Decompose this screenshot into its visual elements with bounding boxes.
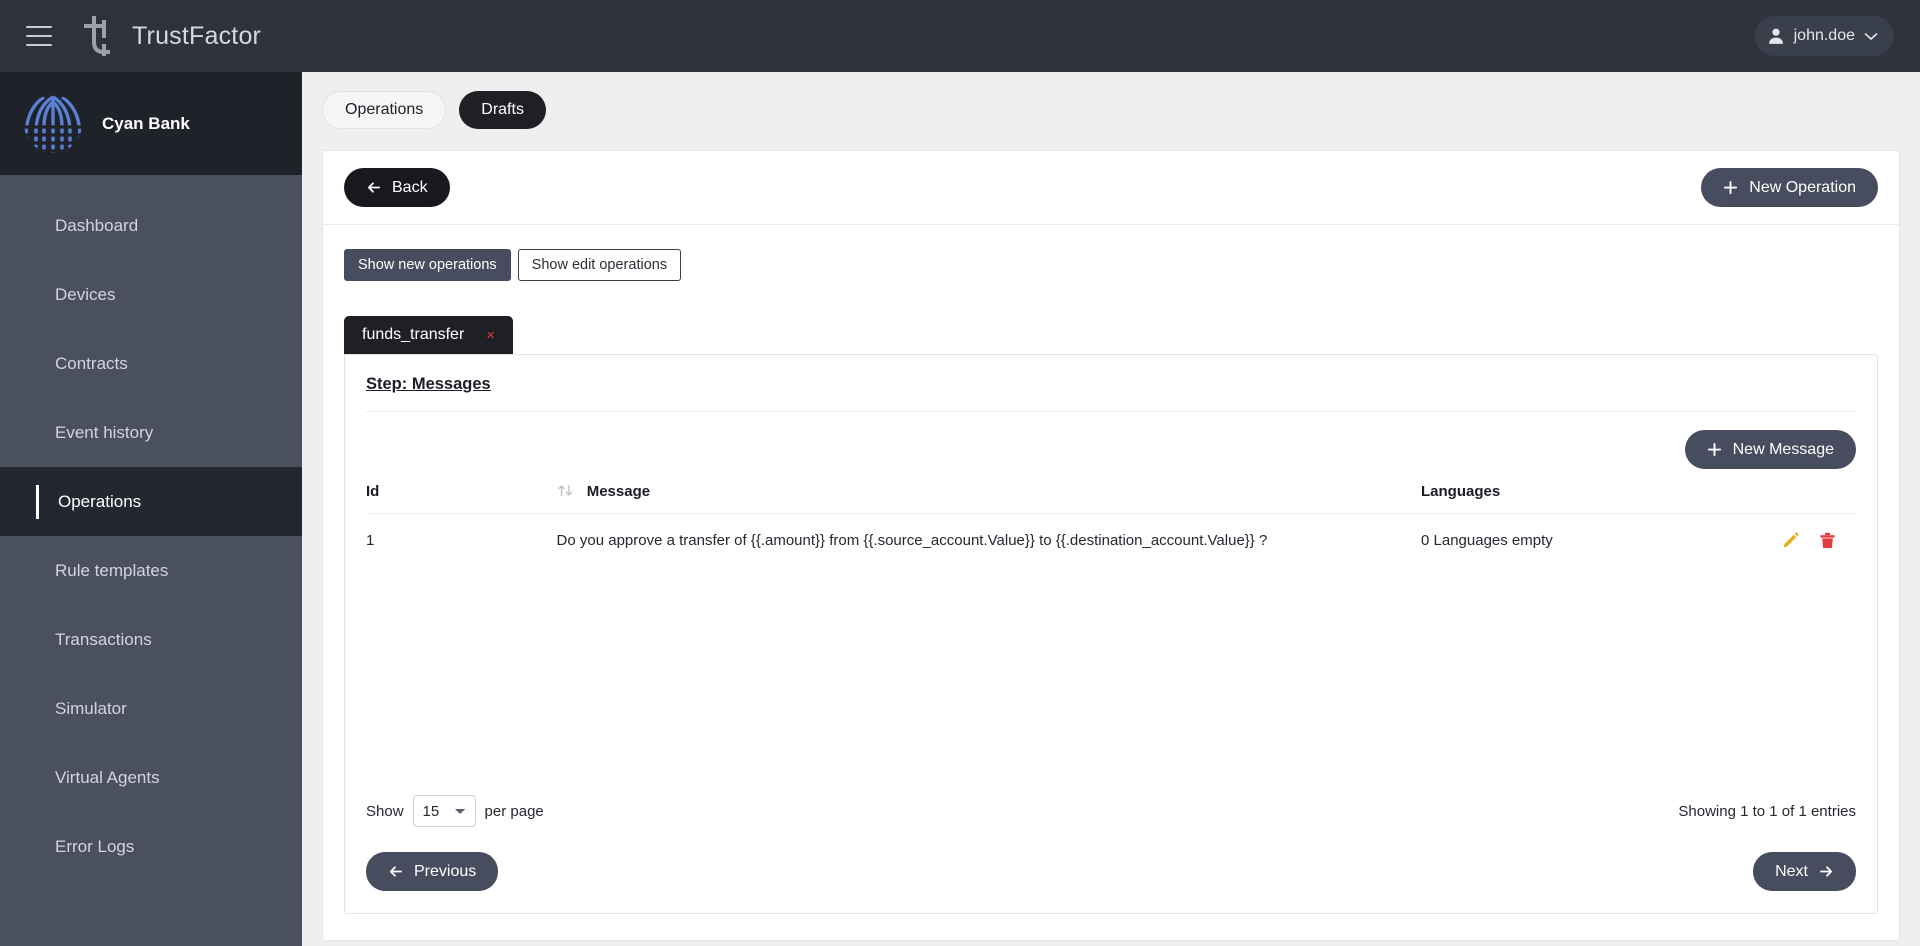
- operation-tab-bar: funds_transfer ×: [344, 316, 1878, 354]
- sidebar-item-event-history[interactable]: Event history: [0, 398, 302, 467]
- sidebar-item-contracts[interactable]: Contracts: [0, 329, 302, 398]
- plus-icon: [1724, 180, 1738, 195]
- sidebar-item-label: Error Logs: [55, 836, 135, 856]
- sidebar-item-devices[interactable]: Devices: [0, 260, 302, 329]
- cell-message: Do you approve a transfer of {{.amount}}…: [556, 532, 1268, 549]
- sidebar-item-dashboard[interactable]: Dashboard: [0, 191, 302, 260]
- cell-actions: [1738, 514, 1856, 550]
- hamburger-icon[interactable]: [26, 26, 52, 46]
- sidebar-item-label: Devices: [55, 284, 116, 304]
- column-header-id-label: Id: [366, 483, 380, 500]
- main-content: Operations Drafts Back New Operation Sho…: [302, 72, 1920, 946]
- show-new-operations-label: Show new operations: [358, 257, 497, 273]
- tab-operations[interactable]: Operations: [322, 91, 447, 129]
- operations-panel: Back New Operation Show new operations S…: [322, 150, 1900, 941]
- user-name: john.doe: [1793, 27, 1855, 44]
- sidebar-item-label: Operations: [58, 491, 142, 511]
- pencil-edit-icon[interactable]: [1782, 532, 1799, 549]
- show-new-operations-button[interactable]: Show new operations: [344, 249, 511, 281]
- new-message-button[interactable]: New Message: [1684, 430, 1856, 469]
- sidebar-item-label: Simulator: [55, 698, 127, 718]
- sidebar-nav: Dashboard Devices Contracts Event histor…: [0, 175, 302, 881]
- messages-card: Step: Messages New Message Id Message La…: [344, 354, 1878, 914]
- message-toolbar: New Message: [366, 430, 1856, 469]
- column-header-languages[interactable]: Languages: [1421, 483, 1739, 514]
- messages-table: Id Message Languages 1 Do you approve a …: [366, 483, 1856, 549]
- app-title: TrustFactor: [132, 21, 262, 50]
- show-edit-operations-button[interactable]: Show edit operations: [517, 249, 682, 281]
- entries-summary: Showing 1 to 1 of 1 entries: [1678, 802, 1856, 820]
- chevron-down-icon: [1864, 32, 1878, 40]
- tab-label: Operations: [345, 101, 424, 118]
- bank-name: Cyan Bank: [102, 113, 190, 133]
- user-menu[interactable]: john.doe: [1754, 16, 1894, 56]
- table-row: 1 Do you approve a transfer of {{.amount…: [366, 514, 1856, 550]
- column-header-message[interactable]: Message: [556, 483, 1422, 514]
- sidebar-item-rule-templates[interactable]: Rule templates: [0, 536, 302, 605]
- page-tabs: Operations Drafts: [302, 72, 1920, 129]
- operation-tab-funds-transfer[interactable]: funds_transfer ×: [344, 316, 514, 354]
- column-header-id[interactable]: Id: [366, 483, 557, 514]
- panel-toolbar: Back New Operation: [323, 151, 1899, 225]
- sidebar-item-operations[interactable]: Operations: [0, 467, 302, 536]
- operation-filter-group: Show new operations Show edit operations: [344, 249, 1878, 281]
- show-label: Show: [366, 802, 404, 820]
- sidebar-item-label: Event history: [55, 422, 154, 442]
- tab-drafts[interactable]: Drafts: [459, 91, 546, 129]
- operation-tab-label: funds_transfer: [362, 326, 465, 343]
- column-header-actions: [1738, 483, 1856, 514]
- column-header-message-label: Message: [586, 483, 651, 500]
- top-bar: TrustFactor john.doe: [0, 0, 1920, 72]
- plus-icon: [1707, 442, 1721, 457]
- arrow-right-icon: [1820, 866, 1833, 877]
- next-page-button[interactable]: Next: [1753, 852, 1856, 891]
- sidebar-item-simulator[interactable]: Simulator: [0, 674, 302, 743]
- user-avatar-icon: [1768, 28, 1783, 44]
- sidebar-item-label: Virtual Agents: [55, 767, 160, 787]
- arrow-left-icon: [389, 866, 402, 877]
- previous-page-label: Previous: [414, 862, 477, 880]
- pager: Previous Next: [366, 852, 1856, 891]
- sidebar: Cyan Bank Dashboard Devices Contracts Ev…: [0, 72, 302, 946]
- sidebar-item-error-logs[interactable]: Error Logs: [0, 812, 302, 881]
- sidebar-item-label: Dashboard: [55, 215, 139, 235]
- sidebar-item-virtual-agents[interactable]: Virtual Agents: [0, 743, 302, 812]
- sidebar-brand: Cyan Bank: [0, 72, 302, 175]
- sidebar-item-label: Contracts: [55, 353, 128, 373]
- close-icon[interactable]: ×: [486, 327, 495, 344]
- cell-id: 1: [366, 532, 375, 549]
- show-edit-operations-label: Show edit operations: [531, 257, 668, 273]
- arrow-left-icon: [367, 182, 380, 193]
- cyan-bank-logo-icon: [24, 95, 82, 153]
- sidebar-item-label: Transactions: [55, 629, 152, 649]
- sort-updown-icon[interactable]: [557, 484, 574, 497]
- table-footer: Show 15 25 50 100 per page Showing 1 to …: [366, 795, 1856, 827]
- trustfactor-logo-icon: [74, 12, 118, 60]
- table-header-row: Id Message Languages: [366, 483, 1856, 514]
- column-header-languages-label: Languages: [1421, 483, 1501, 500]
- per-page-label: per page: [484, 802, 544, 820]
- panel-body: Show new operations Show edit operations…: [323, 225, 1899, 940]
- next-page-label: Next: [1775, 862, 1808, 880]
- back-button[interactable]: Back: [344, 168, 450, 207]
- previous-page-button[interactable]: Previous: [366, 852, 499, 891]
- divider: [366, 411, 1856, 412]
- step-title: Step: Messages: [366, 375, 491, 393]
- back-button-label: Back: [392, 178, 428, 196]
- per-page-select[interactable]: 15 25 50 100: [412, 795, 476, 827]
- cell-languages: 0 Languages empty: [1421, 532, 1553, 549]
- new-operation-button[interactable]: New Operation: [1701, 168, 1878, 207]
- new-operation-button-label: New Operation: [1749, 178, 1856, 196]
- sidebar-item-transactions[interactable]: Transactions: [0, 605, 302, 674]
- sidebar-item-label: Rule templates: [55, 560, 169, 580]
- per-page-control: Show 15 25 50 100 per page: [366, 795, 544, 827]
- trash-delete-icon[interactable]: [1819, 532, 1836, 549]
- tab-label: Drafts: [481, 101, 524, 118]
- new-message-button-label: New Message: [1732, 440, 1834, 458]
